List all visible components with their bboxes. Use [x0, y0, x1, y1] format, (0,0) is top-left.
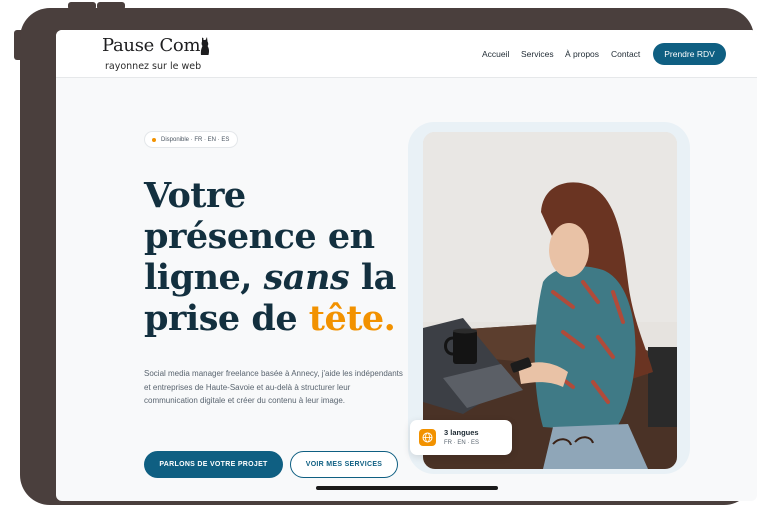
nav-accueil[interactable]: Accueil	[482, 49, 509, 59]
headline-line-1: Votre	[144, 175, 246, 216]
headline-line-2: présence en	[144, 216, 375, 257]
languages-card: 3 langues FR · EN · ES	[410, 420, 512, 455]
languages-title: 3 langues	[444, 428, 479, 437]
availability-text: Disponible · FR · EN · ES	[161, 136, 230, 143]
availability-badge: Disponible · FR · EN · ES	[144, 131, 239, 148]
tablet-screen: Pause Com' rayonnez sur le web Accueil S…	[56, 30, 757, 501]
tablet-frame: Pause Com' rayonnez sur le web Accueil S…	[20, 8, 757, 505]
cat-logo-icon	[200, 37, 210, 55]
nav-services[interactable]: Services	[521, 49, 554, 59]
hero-headline: Votre présence en ligne, sans la prise d…	[144, 175, 396, 339]
globe-icon	[419, 429, 436, 446]
woman-with-phone-illustration	[423, 132, 677, 469]
languages-list: FR · EN · ES	[444, 440, 480, 446]
contact-project-button[interactable]: PARLONS DE VOTRE PROJET	[144, 451, 283, 478]
hero-photo	[423, 132, 677, 469]
headline-line-3-end: la	[349, 257, 396, 298]
home-indicator	[316, 486, 498, 490]
logo[interactable]: Pause Com'	[102, 35, 205, 56]
site-header: Pause Com' rayonnez sur le web Accueil S…	[56, 30, 757, 78]
headline-accent: tête.	[308, 298, 396, 339]
status-dot-icon	[152, 137, 156, 142]
headline-line-3: ligne,	[144, 257, 264, 298]
logo-tagline: rayonnez sur le web	[105, 61, 202, 72]
view-services-button[interactable]: VOIR MES SERVICES	[290, 451, 398, 478]
nav-contact[interactable]: Contact	[611, 49, 640, 59]
hero-description: Social media manager freelance basée à A…	[144, 369, 403, 405]
book-appointment-button[interactable]: Prendre RDV	[653, 43, 726, 65]
headline-line-4: prise de	[144, 298, 309, 339]
headline-emphasis: sans	[263, 257, 350, 298]
nav-a-propos[interactable]: À propos	[565, 49, 599, 59]
